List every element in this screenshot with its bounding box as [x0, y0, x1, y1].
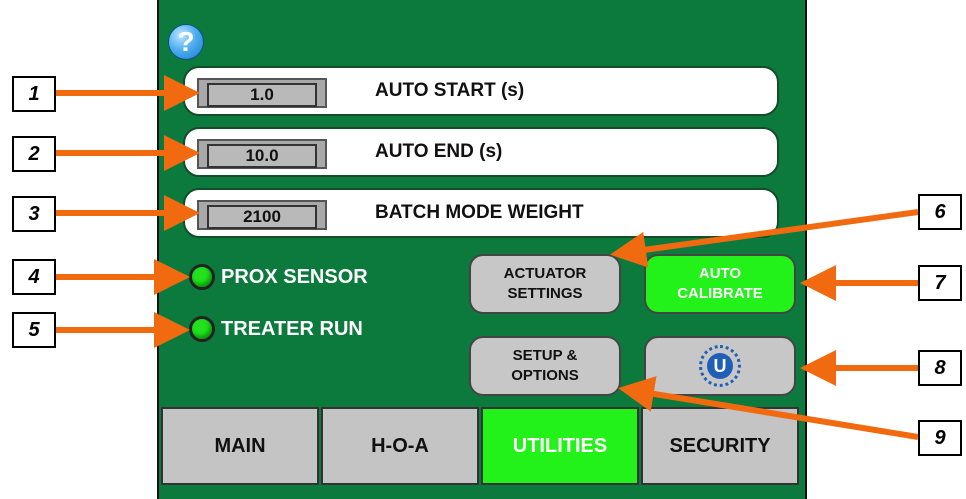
callout-9: 9	[918, 420, 962, 456]
arrow-9	[618, 376, 919, 440]
callout-arrows	[56, 75, 919, 440]
callout-6: 6	[918, 194, 962, 230]
arrow-6	[610, 209, 919, 268]
callout-3: 3	[12, 196, 56, 232]
callout-1: 1	[12, 76, 56, 112]
callout-4: 4	[12, 259, 56, 295]
callout-5: 5	[12, 312, 56, 348]
callout-7: 7	[918, 265, 962, 301]
callout-8: 8	[918, 350, 962, 386]
callout-2: 2	[12, 136, 56, 172]
